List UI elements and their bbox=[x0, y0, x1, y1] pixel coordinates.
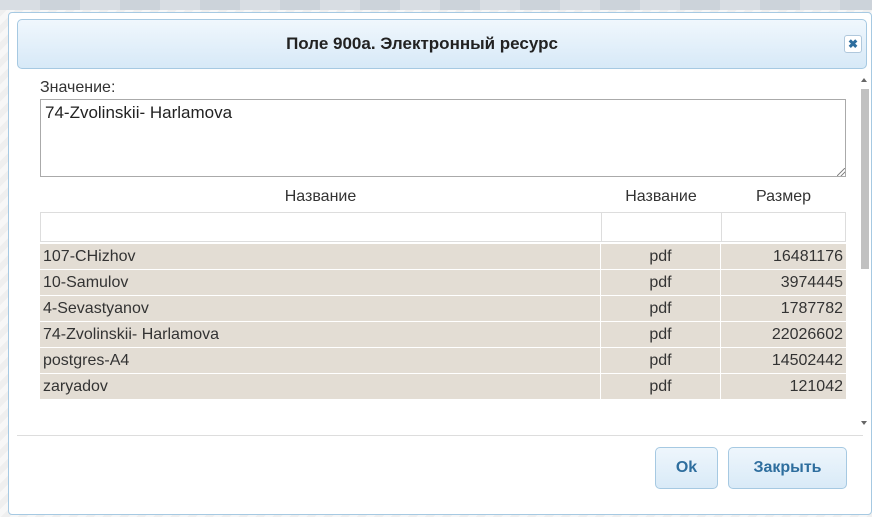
cell-size: 3974445 bbox=[780, 274, 843, 291]
cell-type: pdf bbox=[601, 374, 721, 399]
cell-name: 10-Samulov bbox=[40, 270, 601, 295]
table-row[interactable]: 10-Samulov pdf 3974445 bbox=[40, 270, 846, 296]
cell-type: pdf bbox=[601, 348, 721, 373]
content-scrollbar[interactable] bbox=[858, 75, 871, 425]
ok-button[interactable]: Ok bbox=[655, 447, 718, 489]
cell-name: 107-CHizhov bbox=[40, 244, 601, 269]
close-icon[interactable]: ✖ bbox=[844, 35, 862, 53]
cell-type: pdf bbox=[601, 244, 721, 269]
dialog-title: Поле 900а. Электронный ресурс bbox=[286, 34, 558, 53]
table-row[interactable]: 107-CHizhov pdf 16481176 bbox=[40, 244, 846, 270]
cell-size: 16481176 bbox=[773, 248, 843, 265]
cell-size: 1787782 bbox=[780, 300, 843, 317]
table-row[interactable]: zaryadov pdf 121042 bbox=[40, 374, 846, 400]
table-row[interactable]: 4-Sevastyanov pdf 1787782 bbox=[40, 296, 846, 322]
column-header-type[interactable]: Название bbox=[601, 184, 721, 210]
cell-name: zaryadov bbox=[40, 374, 601, 399]
cell-size: 121042 bbox=[789, 378, 843, 395]
cell-size: 14502442 bbox=[771, 352, 843, 369]
cell-size: 22026602 bbox=[771, 326, 843, 343]
filter-type-input[interactable] bbox=[602, 213, 722, 241]
filter-size-input[interactable] bbox=[722, 213, 845, 241]
cell-type: pdf bbox=[601, 322, 721, 347]
dialog-content: Значение: 74-Zvolinskii- Harlamova Назва… bbox=[9, 75, 869, 435]
resize-grip-icon[interactable] bbox=[837, 168, 845, 176]
cell-name: postgres-A4 bbox=[40, 348, 601, 373]
filter-row bbox=[40, 212, 846, 242]
scroll-up-arrow-icon[interactable] bbox=[861, 78, 867, 82]
table-row[interactable]: 74-Zvolinskii- Harlamova pdf 22026602 bbox=[40, 322, 846, 348]
value-textarea[interactable]: 74-Zvolinskii- Harlamova bbox=[40, 99, 846, 177]
filter-name-input[interactable] bbox=[41, 213, 602, 241]
cell-type: pdf bbox=[601, 296, 721, 321]
value-label: Значение: bbox=[40, 79, 116, 96]
background-strip bbox=[0, 0, 872, 10]
dialog-window: Поле 900а. Электронный ресурс ✖ Значение… bbox=[8, 12, 872, 515]
footer-divider bbox=[17, 435, 863, 436]
column-header-size[interactable]: Размер bbox=[721, 184, 846, 210]
scroll-down-arrow-icon[interactable] bbox=[861, 421, 867, 425]
cell-type: pdf bbox=[601, 270, 721, 295]
cell-name: 74-Zvolinskii- Harlamova bbox=[40, 322, 601, 347]
table-body: 107-CHizhov pdf 16481176 10-Samulov pdf … bbox=[40, 244, 846, 400]
scroll-thumb[interactable] bbox=[861, 89, 869, 269]
close-button[interactable]: Закрыть bbox=[728, 447, 847, 489]
column-header-name[interactable]: Название bbox=[40, 184, 601, 210]
cell-name: 4-Sevastyanov bbox=[40, 296, 601, 321]
table-row[interactable]: postgres-A4 pdf 14502442 bbox=[40, 348, 846, 374]
dialog-titlebar[interactable]: Поле 900а. Электронный ресурс ✖ bbox=[17, 19, 867, 69]
